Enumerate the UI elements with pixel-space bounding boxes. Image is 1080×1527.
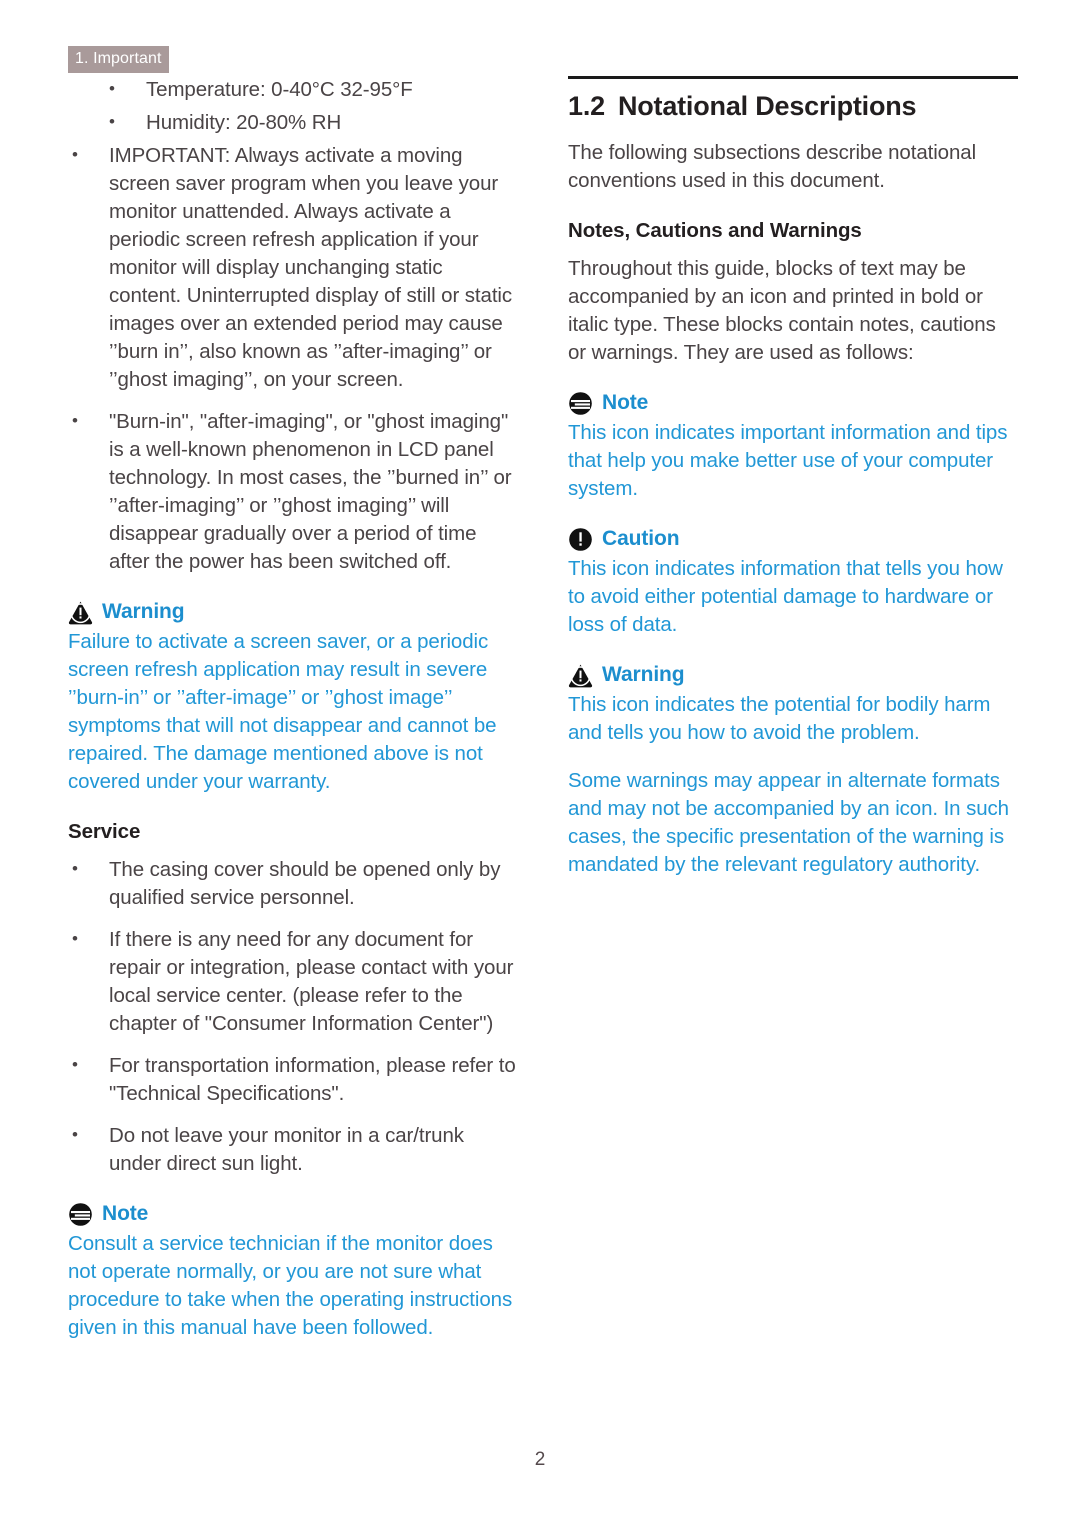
callout-header: Note bbox=[568, 389, 1018, 417]
list-item: Temperature: 0-40°C 32-95°F bbox=[68, 75, 518, 104]
callout-body: This icon indicates important informatio… bbox=[568, 421, 1008, 500]
callout-body: This icon indicates information that tel… bbox=[568, 557, 1003, 636]
list-item: For transportation information, please r… bbox=[68, 1051, 518, 1108]
page-number: 2 bbox=[534, 1449, 546, 1470]
callout-body: Failure to activate a screen saver, or a… bbox=[68, 630, 497, 793]
callout-label: Warning bbox=[602, 663, 685, 686]
callout-body: Consult a service technician if the moni… bbox=[68, 1232, 513, 1339]
callout-label: Caution bbox=[602, 527, 680, 550]
caution-callout: Caution This icon indicates information … bbox=[568, 525, 1018, 639]
notes-cautions-warnings-intro: Throughout this guide, blocks of text ma… bbox=[568, 257, 996, 364]
note-circle-icon bbox=[68, 1202, 93, 1227]
list-item: The casing cover should be opened only b… bbox=[68, 855, 518, 912]
section-intro: The following subsections describe notat… bbox=[568, 141, 977, 192]
service-heading: Service bbox=[68, 820, 141, 843]
important-bullet-list: Temperature: 0-40°C 32-95°F Humidity: 20… bbox=[68, 75, 518, 576]
list-item: Humidity: 20-80% RH bbox=[68, 108, 518, 137]
left-column: Temperature: 0-40°C 32-95°F Humidity: 20… bbox=[68, 75, 518, 1342]
warning-triangle-icon bbox=[568, 663, 593, 688]
warning-callout: Warning This icon indicates the potentia… bbox=[568, 661, 1018, 747]
warning-triangle-icon bbox=[68, 600, 93, 625]
document-page: 1. Important Temperature: 0-40°C 32-95°F… bbox=[0, 0, 1080, 1527]
list-item: Do not leave your monitor in a car/trunk… bbox=[68, 1121, 518, 1178]
note-circle-icon bbox=[568, 391, 593, 416]
service-bullet-list: The casing cover should be opened only b… bbox=[68, 855, 518, 1178]
list-item: IMPORTANT: Always activate a moving scre… bbox=[68, 141, 518, 394]
list-item: "Burn-in", "after-imaging", or "ghost im… bbox=[68, 407, 518, 576]
section-divider bbox=[568, 76, 1018, 79]
callout-label: Warning bbox=[102, 600, 185, 623]
callout-header: Caution bbox=[568, 525, 1018, 553]
right-column: 1.2 Notational Descriptions The following… bbox=[568, 76, 1018, 879]
callout-label: Note bbox=[102, 1202, 149, 1225]
callout-body: This icon indicates the potential for bo… bbox=[568, 693, 991, 744]
caution-circle-icon bbox=[568, 527, 593, 552]
callout-header: Note bbox=[68, 1200, 518, 1228]
notes-cautions-warnings-heading: Notes, Cautions and Warnings bbox=[568, 219, 862, 242]
list-item: If there is any need for any document fo… bbox=[68, 925, 518, 1038]
closing-paragraph: Some warnings may appear in alternate fo… bbox=[568, 769, 1009, 876]
page-title: 1.2 Notational Descriptions bbox=[568, 89, 1018, 123]
callout-header: Warning bbox=[68, 598, 518, 626]
callout-label: Note bbox=[602, 391, 649, 414]
callout-header: Warning bbox=[568, 661, 1018, 689]
note-callout: Note Consult a service technician if the… bbox=[68, 1200, 518, 1342]
section-title: Notational Descriptions bbox=[617, 91, 917, 121]
warning-callout: Warning Failure to activate a screen sav… bbox=[68, 598, 518, 796]
chapter-badge: 1. Important bbox=[68, 46, 169, 73]
note-callout: Note This icon indicates important infor… bbox=[568, 389, 1018, 503]
section-number: 1.2 bbox=[568, 91, 605, 121]
